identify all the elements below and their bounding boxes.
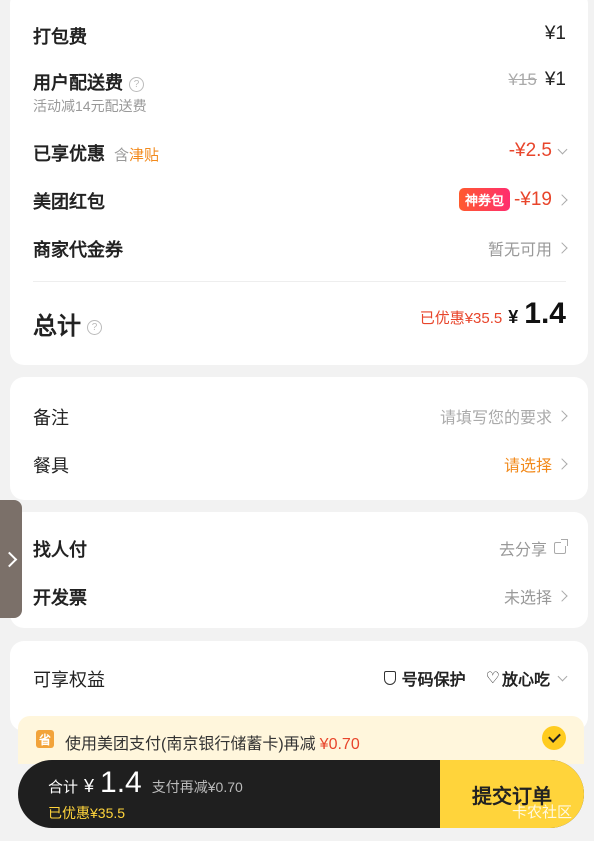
benefits-label: 可享权益 [33,670,105,690]
number-protect-label: 号码保护 [401,672,466,689]
discount-label: 已享优惠 [33,144,105,164]
chevron-down-icon [557,671,568,681]
coupon-pack-badge: 神券包 [458,188,510,211]
invoice-row[interactable]: 开发票 未选择 [10,584,588,610]
chevron-right-icon [556,458,568,470]
bottom-saved: 已优惠¥35.5 [48,805,126,821]
invoice-value: 未选择 [503,590,552,607]
share-icon [554,539,568,554]
share-card: 找人付 去分享 开发票 未选择 [10,512,588,628]
discount-tag-prefix: 含 [114,147,130,164]
find-pay-label: 找人付 [33,540,87,560]
redpacket-label: 美团红包 [33,192,105,212]
options-card: 备注 请填写您的要求 餐具 请选择 [10,377,588,500]
checkout-bar: 合计 ¥ 1.4 支付再减¥0.70 已优惠¥35.5 提交订单 [18,760,584,828]
delivery-fee-row: 用户配送费? 活动减14元配送费 ¥15 ¥1 [10,69,588,119]
pay-promo-banner[interactable]: 省 使用美团支付(南京银行储蓄卡)再减 ¥0.70 [18,716,584,764]
delivery-fee-subtext: 活动减14元配送费 [33,98,147,114]
total-saved: 已优惠¥35.5 [419,310,503,327]
promo-text: 使用美团支付(南京银行储蓄卡)再减 [65,736,316,753]
packing-fee-amount: ¥1 [544,23,566,44]
chevron-right-icon [556,410,568,422]
watermark: 卡农社区 [511,804,572,821]
cutlery-label: 餐具 [33,456,69,476]
discount-amount: -¥2.5 [508,140,552,161]
divider [33,281,566,282]
bottom-amount: 1.4 [100,766,142,799]
side-drawer-handle[interactable] [0,500,22,618]
fee-card: 打包费 ¥1 用户配送费? 活动减14元配送费 ¥15 ¥1 已享优惠 含津贴 … [10,0,588,365]
invoice-label: 开发票 [33,588,87,608]
chevron-right-icon [556,590,568,602]
packing-fee-row: 打包费 ¥1 [10,23,588,49]
cutlery-row[interactable]: 餐具 请选择 [10,452,588,478]
cutlery-value: 请选择 [503,458,552,475]
delivery-fee-label: 用户配送费 [33,73,123,93]
discount-tag: 津贴 [129,147,160,164]
chevron-right-icon [556,242,568,254]
find-pay-row[interactable]: 找人付 去分享 [10,536,588,562]
bottom-total: 合计 ¥ 1.4 支付再减¥0.70 [48,766,243,800]
total-amount: 1.4 [524,297,566,330]
chevron-right-icon [1,551,17,567]
voucher-label: 商家代金券 [33,240,123,260]
help-icon[interactable]: ? [87,320,102,336]
total-row: 总计? 已优惠¥35.5 ¥ 1.4 [10,297,588,340]
bottom-currency: ¥ [84,776,95,796]
redpacket-row[interactable]: 美团红包 神券包 -¥19 [10,188,588,214]
voucher-row[interactable]: 商家代金券 暂无可用 [10,236,588,262]
total-label: 总计 [33,313,81,340]
delivery-fee-amount: ¥1 [544,69,566,90]
note-label: 备注 [33,408,69,428]
bottom-extra-discount: 支付再减¥0.70 [151,779,243,795]
help-icon[interactable]: ? [129,76,144,92]
safe-eat-label: 放心吃 [501,672,550,689]
heart-icon: ♡ [485,670,500,687]
check-icon[interactable] [542,726,566,750]
chevron-down-icon [557,144,568,154]
benefits-row[interactable]: 可享权益 号码保护 ♡ 放心吃 [10,666,588,692]
total-currency: ¥ [508,307,519,327]
bottom-total-label: 合计 [48,779,79,796]
redpacket-amount: -¥19 [513,188,552,210]
shield-icon [383,671,396,685]
save-icon: 省 [36,730,54,748]
delivery-original-price: ¥15 [508,70,537,89]
packing-fee-label: 打包费 [33,27,87,47]
chevron-right-icon [556,193,568,206]
promo-amount: ¥0.70 [319,736,360,753]
share-value: 去分享 [498,542,547,559]
discount-row[interactable]: 已享优惠 含津贴 -¥2.5 [10,140,588,166]
note-row[interactable]: 备注 请填写您的要求 [10,404,588,430]
voucher-value: 暂无可用 [487,242,552,259]
note-placeholder: 请填写您的要求 [439,410,552,427]
